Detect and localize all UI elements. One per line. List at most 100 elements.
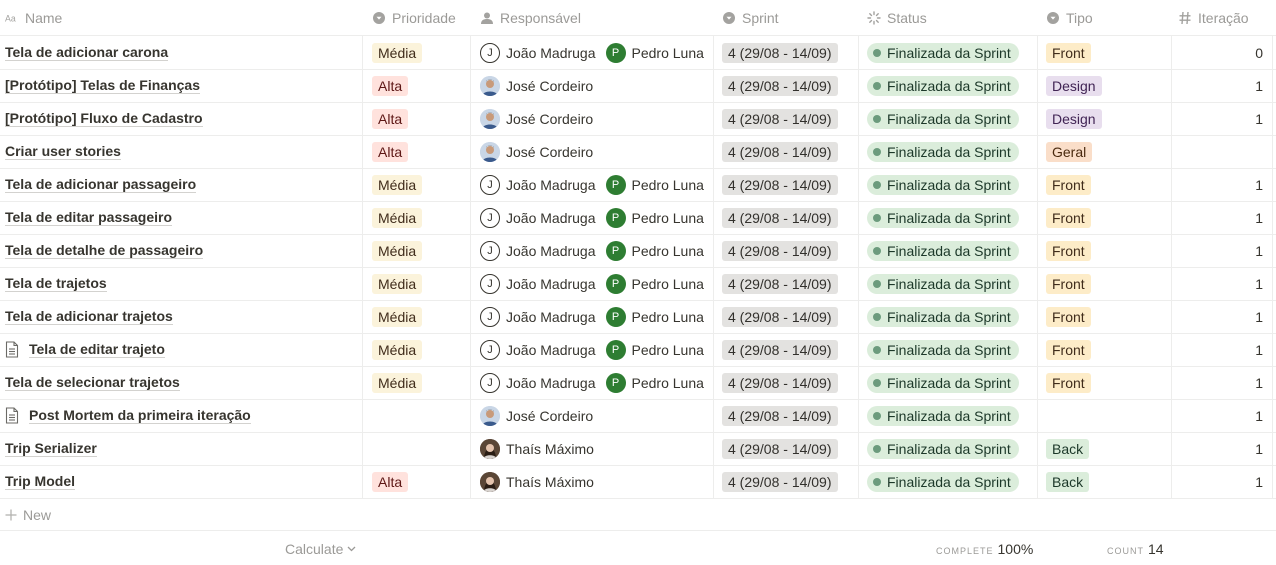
- cell-name[interactable]: [Protótipo] Telas de Finanças: [5, 69, 355, 102]
- table-row[interactable]: Post Mortem da primeira iteração José Cor…: [0, 399, 1276, 433]
- table-row[interactable]: Tela de trajetos Média J João Madruga P Pedro…: [0, 267, 1276, 301]
- row-title[interactable]: Tela de adicionar carona: [5, 44, 169, 61]
- cell-tipo[interactable]: Front: [1046, 366, 1166, 399]
- cell-sprint[interactable]: 4 (29/08 - 14/09): [722, 102, 852, 135]
- cell-prioridade[interactable]: Média: [372, 333, 464, 366]
- person-chip[interactable]: P Pedro Luna: [605, 273, 704, 294]
- cell-responsavel[interactable]: José Cordeiro: [480, 102, 710, 135]
- row-title[interactable]: Tela de detalhe de passageiro: [5, 242, 204, 259]
- count-summary[interactable]: COUNT 14: [1107, 541, 1164, 557]
- cell-responsavel[interactable]: J João Madruga P Pedro Luna: [480, 267, 710, 300]
- cell-sprint[interactable]: 4 (29/08 - 14/09): [722, 366, 852, 399]
- table-row[interactable]: Tela de adicionar trajetos Média J João Mad…: [0, 300, 1276, 334]
- person-chip[interactable]: J João Madruga: [480, 372, 596, 393]
- cell-status[interactable]: Finalizada da Sprint: [867, 102, 1032, 135]
- cell-status[interactable]: Finalizada da Sprint: [867, 366, 1032, 399]
- table-row[interactable]: [Protótipo] Telas de Finanças Alta José Co…: [0, 69, 1276, 103]
- cell-responsavel[interactable]: J João Madruga P Pedro Luna: [480, 36, 710, 69]
- cell-prioridade[interactable]: [372, 399, 464, 432]
- person-chip[interactable]: P Pedro Luna: [605, 372, 704, 393]
- cell-tipo[interactable]: Front: [1046, 300, 1166, 333]
- person-chip[interactable]: J João Madruga: [480, 306, 596, 327]
- person-chip[interactable]: J João Madruga: [480, 339, 596, 360]
- cell-responsavel[interactable]: J João Madruga P Pedro Luna: [480, 300, 710, 333]
- column-header-tipo[interactable]: Tipo: [1046, 0, 1166, 35]
- cell-name[interactable]: Tela de editar trajeto: [5, 333, 355, 366]
- table-row[interactable]: Tela de selecionar trajetos Média J João Ma…: [0, 366, 1276, 400]
- cell-prioridade[interactable]: Alta: [372, 102, 464, 135]
- table-row[interactable]: Trip Serializer Thaís Máximo 4 (29/08 - 14…: [0, 432, 1276, 466]
- cell-status[interactable]: Finalizada da Sprint: [867, 333, 1032, 366]
- column-header-prioridade[interactable]: Prioridade: [372, 0, 464, 35]
- cell-tipo[interactable]: Front: [1046, 234, 1166, 267]
- cell-status[interactable]: Finalizada da Sprint: [867, 267, 1032, 300]
- row-title[interactable]: Tela de editar trajeto: [29, 341, 165, 358]
- row-title[interactable]: Trip Serializer: [5, 440, 97, 457]
- cell-tipo[interactable]: Design: [1046, 69, 1166, 102]
- row-title[interactable]: Tela de selecionar trajetos: [5, 374, 180, 391]
- cell-responsavel[interactable]: J João Madruga P Pedro Luna: [480, 201, 710, 234]
- cell-tipo[interactable]: [1046, 399, 1166, 432]
- cell-status[interactable]: Finalizada da Sprint: [867, 432, 1032, 465]
- row-title[interactable]: [Protótipo] Telas de Finanças: [5, 77, 200, 94]
- row-title[interactable]: Tela de adicionar passageiro: [5, 176, 197, 193]
- cell-status[interactable]: Finalizada da Sprint: [867, 399, 1032, 432]
- table-row[interactable]: [Protótipo] Fluxo de Cadastro Alta José Co…: [0, 102, 1276, 136]
- column-header-name[interactable]: Aa Name: [5, 0, 355, 35]
- table-row[interactable]: Tela de detalhe de passageiro Média J João …: [0, 234, 1276, 268]
- person-chip[interactable]: P Pedro Luna: [605, 240, 704, 261]
- cell-iteracao[interactable]: 1: [1178, 234, 1263, 267]
- cell-prioridade[interactable]: [372, 432, 464, 465]
- cell-tipo[interactable]: Geral: [1046, 135, 1166, 168]
- person-chip[interactable]: José Cordeiro: [480, 141, 593, 162]
- cell-iteracao[interactable]: 1: [1178, 102, 1263, 135]
- person-chip[interactable]: P Pedro Luna: [605, 207, 704, 228]
- cell-responsavel[interactable]: J João Madruga P Pedro Luna: [480, 366, 710, 399]
- table-row[interactable]: Tela de adicionar carona Média J João Madru…: [0, 36, 1276, 70]
- cell-responsavel[interactable]: José Cordeiro: [480, 399, 710, 432]
- cell-iteracao[interactable]: 1: [1178, 399, 1263, 432]
- cell-tipo[interactable]: Front: [1046, 267, 1166, 300]
- cell-status[interactable]: Finalizada da Sprint: [867, 36, 1032, 69]
- row-title[interactable]: Criar user stories: [5, 143, 121, 160]
- cell-tipo[interactable]: Back: [1046, 465, 1166, 498]
- cell-status[interactable]: Finalizada da Sprint: [867, 201, 1032, 234]
- cell-iteracao[interactable]: 1: [1178, 201, 1263, 234]
- cell-responsavel[interactable]: Thaís Máximo: [480, 465, 710, 498]
- table-row[interactable]: Trip Model Alta Thaís Máximo 4 (29/08 - 14/…: [0, 465, 1276, 499]
- person-chip[interactable]: J João Madruga: [480, 240, 596, 261]
- cell-name[interactable]: Tela de detalhe de passageiro: [5, 234, 355, 267]
- cell-sprint[interactable]: 4 (29/08 - 14/09): [722, 201, 852, 234]
- cell-prioridade[interactable]: Média: [372, 168, 464, 201]
- person-chip[interactable]: José Cordeiro: [480, 75, 593, 96]
- cell-prioridade[interactable]: Alta: [372, 135, 464, 168]
- cell-tipo[interactable]: Front: [1046, 36, 1166, 69]
- cell-sprint[interactable]: 4 (29/08 - 14/09): [722, 300, 852, 333]
- cell-name[interactable]: Post Mortem da primeira iteração: [5, 399, 355, 432]
- cell-name[interactable]: Tela de adicionar carona: [5, 36, 355, 69]
- cell-iteracao[interactable]: 1: [1178, 300, 1263, 333]
- column-header-iteracao[interactable]: Iteração: [1178, 0, 1263, 35]
- person-chip[interactable]: Thaís Máximo: [480, 471, 594, 492]
- cell-iteracao[interactable]: 1: [1178, 69, 1263, 102]
- cell-prioridade[interactable]: Média: [372, 300, 464, 333]
- cell-status[interactable]: Finalizada da Sprint: [867, 300, 1032, 333]
- cell-tipo[interactable]: Front: [1046, 201, 1166, 234]
- cell-iteracao[interactable]: 1: [1178, 333, 1263, 366]
- cell-sprint[interactable]: 4 (29/08 - 14/09): [722, 36, 852, 69]
- new-row-button[interactable]: New: [5, 504, 51, 526]
- cell-status[interactable]: Finalizada da Sprint: [867, 135, 1032, 168]
- cell-tipo[interactable]: Front: [1046, 333, 1166, 366]
- person-chip[interactable]: P Pedro Luna: [605, 174, 704, 195]
- cell-iteracao[interactable]: 0: [1178, 36, 1263, 69]
- cell-prioridade[interactable]: Alta: [372, 465, 464, 498]
- cell-responsavel[interactable]: J João Madruga P Pedro Luna: [480, 333, 710, 366]
- cell-sprint[interactable]: 4 (29/08 - 14/09): [722, 69, 852, 102]
- cell-tipo[interactable]: Front: [1046, 168, 1166, 201]
- row-title[interactable]: Post Mortem da primeira iteração: [29, 407, 251, 424]
- cell-name[interactable]: Tela de editar passageiro: [5, 201, 355, 234]
- cell-responsavel[interactable]: J João Madruga P Pedro Luna: [480, 168, 710, 201]
- cell-sprint[interactable]: 4 (29/08 - 14/09): [722, 234, 852, 267]
- person-chip[interactable]: José Cordeiro: [480, 108, 593, 129]
- cell-name[interactable]: Tela de trajetos: [5, 267, 355, 300]
